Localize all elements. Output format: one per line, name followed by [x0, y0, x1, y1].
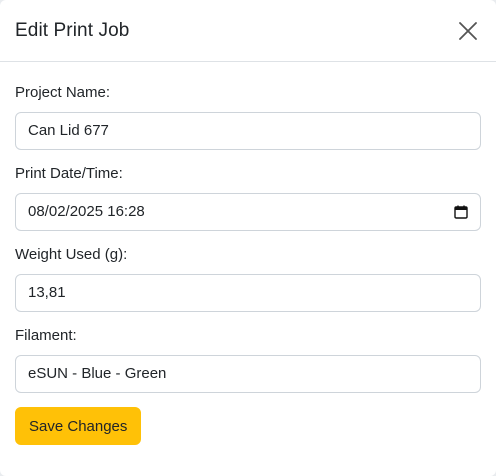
weight-used-input[interactable]: 13,81 [15, 274, 481, 312]
project-name-label: Project Name: [15, 84, 111, 101]
project-name-input[interactable]: Can Lid 677 [15, 112, 481, 150]
print-datetime-group: Print Date/Time: 08/02/2025 16:28 [15, 163, 481, 231]
filament-value: eSUN - Blue - Green [28, 365, 167, 382]
save-changes-button[interactable]: Save Changes [15, 407, 142, 445]
edit-print-job-dialog: Edit Print Job Project Name: Can Lid 677… [0, 0, 496, 476]
dialog-header: Edit Print Job [0, 0, 496, 62]
filament-label: Filament: [15, 327, 77, 344]
weight-used-group: Weight Used (g): 13,81 [15, 244, 481, 312]
filament-select[interactable]: eSUN - Blue - Green [15, 355, 481, 393]
weight-used-value: 13,81 [28, 284, 66, 301]
dialog-body: Project Name: Can Lid 677 Print Date/Tim… [0, 62, 496, 445]
close-button[interactable] [454, 17, 482, 45]
close-icon [459, 21, 477, 40]
print-datetime-input[interactable]: 08/02/2025 16:28 [15, 193, 481, 231]
project-name-group: Project Name: Can Lid 677 [15, 82, 481, 150]
weight-used-label: Weight Used (g): [15, 246, 128, 263]
dialog-title: Edit Print Job [15, 19, 130, 41]
project-name-value: Can Lid 677 [28, 122, 109, 139]
print-datetime-label: Print Date/Time: [15, 165, 123, 182]
print-datetime-value: 08/02/2025 16:28 [28, 203, 145, 220]
calendar-icon[interactable] [454, 205, 468, 219]
filament-group: Filament: eSUN - Blue - Green [15, 325, 481, 393]
